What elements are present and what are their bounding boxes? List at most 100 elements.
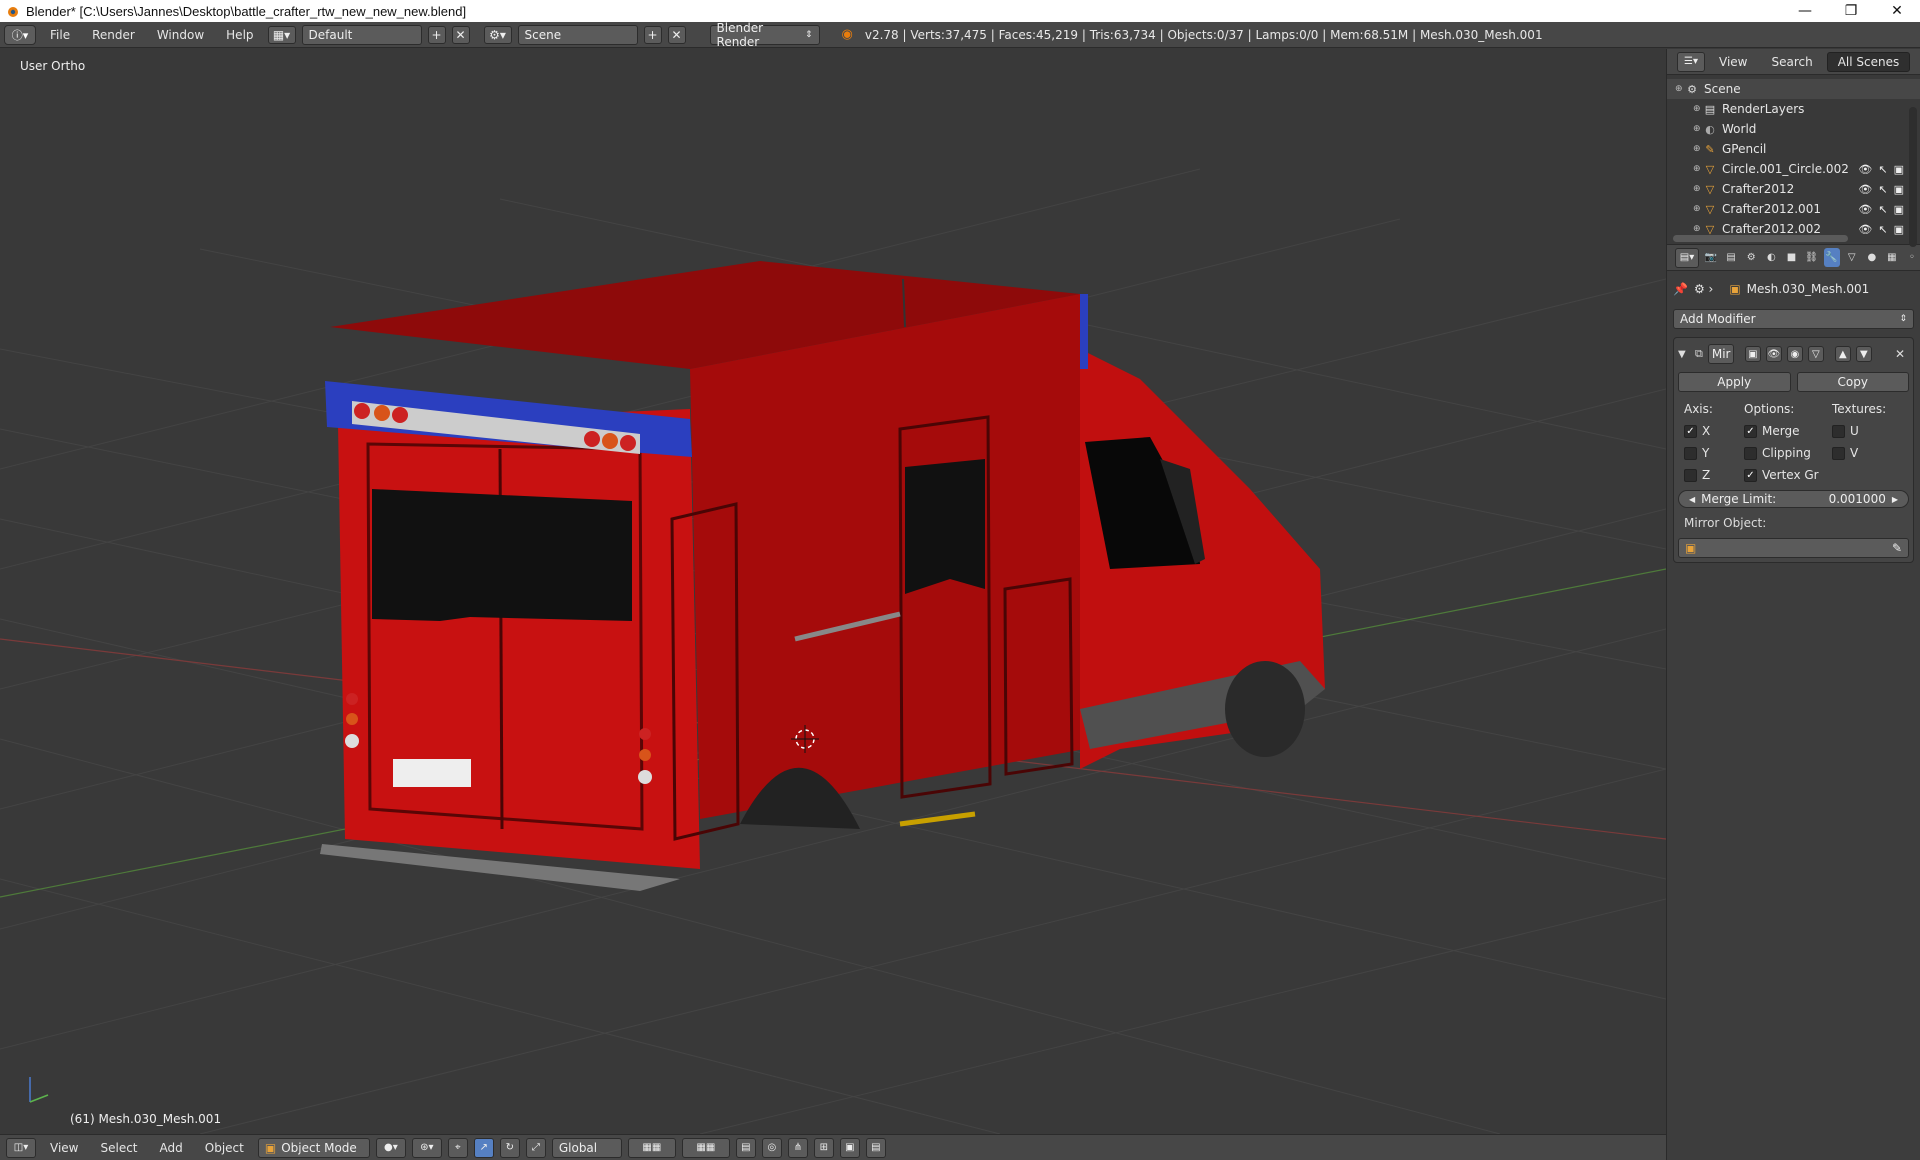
menu-render[interactable]: Render — [84, 28, 143, 42]
move-down-icon[interactable]: ▼ — [1855, 346, 1872, 362]
editor-type-button[interactable]: ⓘ▾ — [4, 24, 36, 45]
add-layout-button[interactable]: + — [427, 25, 446, 44]
screen-layout-field[interactable]: Default — [301, 24, 422, 45]
editor-type-button-3d[interactable]: ◫▾ — [6, 1137, 36, 1158]
snap-element-icon[interactable]: ⊞ — [813, 1137, 834, 1158]
data-tab-icon[interactable]: ▽ — [1844, 248, 1860, 267]
mode-select[interactable]: ▣ Object Mode — [257, 1137, 370, 1158]
menu-object[interactable]: Object — [197, 1141, 252, 1155]
outliner-item[interactable]: ⊕ ⚙ Scene — [1667, 79, 1920, 99]
expand-icon[interactable]: ⊕ — [1675, 84, 1685, 94]
scene-field[interactable]: Scene — [517, 24, 638, 45]
minimize-button[interactable]: — — [1782, 0, 1828, 22]
selectable-arrow-icon[interactable]: ↖ — [1878, 203, 1887, 216]
scene-icon[interactable]: ⚙▾ — [483, 25, 512, 44]
expand-icon[interactable]: ⊕ — [1693, 164, 1703, 174]
visibility-eye-icon[interactable]: 👁 — [1858, 163, 1872, 176]
move-up-icon[interactable]: ▲ — [1834, 346, 1851, 362]
renderable-camera-icon[interactable]: ▣ — [1894, 203, 1904, 216]
cage-toggle-icon[interactable]: ▽ — [1807, 346, 1824, 362]
visibility-eye-icon[interactable]: 👁 — [1858, 203, 1872, 216]
pin-icon[interactable]: 📌 — [1673, 282, 1688, 296]
constraints-tab-icon[interactable]: ⛓ — [1803, 248, 1819, 267]
axis-z-checkbox[interactable]: Z — [1678, 464, 1738, 486]
material-tab-icon[interactable]: ● — [1864, 248, 1880, 267]
decrement-arrow-icon[interactable]: ◀ — [1689, 495, 1695, 504]
texture-v-checkbox[interactable]: V — [1826, 442, 1896, 464]
outliner-scrollbar[interactable] — [1909, 107, 1917, 247]
expand-icon[interactable]: ⊕ — [1693, 184, 1703, 194]
outliner-search-menu[interactable]: Search — [1761, 55, 1822, 69]
outliner-editor-icon[interactable]: ☰▾ — [1677, 51, 1705, 72]
expand-icon[interactable]: ⊕ — [1693, 104, 1703, 114]
render-engine-select[interactable]: Blender Render ⇕ — [709, 21, 820, 49]
outliner-item[interactable]: ⊕ ▽ Crafter2012 👁 ↖ ▣ — [1667, 179, 1920, 199]
modifier-name-field[interactable]: Mir — [1707, 344, 1734, 364]
outliner-item[interactable]: ⊕ ✎ GPencil — [1667, 139, 1920, 159]
pivot-point-icon[interactable]: ⊛▾ — [411, 1137, 442, 1158]
outliner-view-menu[interactable]: View — [1709, 55, 1757, 69]
expand-icon[interactable]: ⊕ — [1693, 204, 1703, 214]
ambulance-model[interactable] — [320, 261, 1325, 891]
vertex-groups-checkbox[interactable]: ✓ Vertex Gr — [1738, 464, 1826, 486]
copy-button[interactable]: Copy — [1796, 372, 1909, 392]
physics-tab-icon[interactable]: ◦ — [1904, 248, 1920, 267]
selectable-arrow-icon[interactable]: ↖ — [1878, 223, 1887, 236]
realtime-toggle-icon[interactable]: 👁 — [1765, 346, 1782, 362]
texture-u-checkbox[interactable]: U — [1826, 420, 1896, 442]
proportional-edit-icon[interactable]: ◎ — [761, 1137, 782, 1158]
rotate-manipulator-icon[interactable]: ↻ — [499, 1137, 520, 1158]
outliner-display-mode-select[interactable]: All Scenes — [1826, 51, 1911, 72]
apply-button[interactable]: Apply — [1678, 372, 1791, 392]
outliner-hscrollbar[interactable] — [1673, 235, 1848, 242]
increment-arrow-icon[interactable]: ▶ — [1892, 495, 1898, 504]
collapse-triangle-icon[interactable]: ▼ — [1678, 349, 1690, 360]
merge-limit-field[interactable]: ◀ Merge Limit: 0.001000 ▶ — [1678, 490, 1909, 508]
edit-mode-toggle-icon[interactable]: ▣ — [1744, 346, 1761, 362]
world-tab-icon[interactable]: ◐ — [1763, 248, 1779, 267]
visibility-eye-icon[interactable]: 👁 — [1858, 183, 1872, 196]
scale-manipulator-icon[interactable]: ⤢ — [525, 1137, 546, 1158]
menu-file[interactable]: File — [42, 28, 78, 42]
maximize-button[interactable]: ❐ — [1828, 0, 1874, 22]
merge-checkbox[interactable]: ✓ Merge — [1738, 420, 1826, 442]
translate-manipulator-icon[interactable]: ↗ — [473, 1137, 494, 1158]
screen-layout-icon[interactable]: ▦▾ — [267, 25, 296, 44]
3d-viewport[interactable]: User Ortho (61) Mesh.030_Mesh.001 — [0, 49, 1666, 1134]
expand-icon[interactable]: ⊕ — [1693, 124, 1703, 134]
selectable-arrow-icon[interactable]: ↖ — [1878, 163, 1887, 176]
layers-grid-icon[interactable]: ▦▦ — [627, 1137, 676, 1158]
scene-tab-icon[interactable]: ⚙ — [1743, 248, 1759, 267]
lock-layer-icon[interactable]: ▤ — [735, 1137, 756, 1158]
texture-tab-icon[interactable]: ▦ — [1884, 248, 1900, 267]
remove-scene-button[interactable]: ✕ — [667, 25, 686, 44]
remove-layout-button[interactable]: ✕ — [451, 25, 470, 44]
renderlayers-tab-icon[interactable]: ▤ — [1723, 248, 1739, 267]
menu-select[interactable]: Select — [92, 1141, 145, 1155]
layers-grid-2-icon[interactable]: ▦▦ — [681, 1137, 730, 1158]
eyedropper-icon[interactable]: ✎ — [1892, 541, 1902, 555]
snap-icon[interactable]: ⋔ — [787, 1137, 808, 1158]
close-button[interactable]: ✕ — [1874, 0, 1920, 22]
render-tab-icon[interactable]: 📷 — [1703, 248, 1719, 267]
remove-modifier-icon[interactable]: ✕ — [1895, 347, 1905, 361]
render-preview-icon[interactable]: ▣ — [839, 1137, 860, 1158]
renderable-camera-icon[interactable]: ▣ — [1894, 223, 1904, 236]
visibility-eye-icon[interactable]: 👁 — [1858, 223, 1872, 236]
outliner-item[interactable]: ⊕ ◐ World — [1667, 119, 1920, 139]
properties-editor-icon[interactable]: ▤▾ — [1675, 247, 1700, 268]
expand-icon[interactable]: ⊕ — [1693, 224, 1703, 234]
modifiers-tab-icon[interactable]: 🔧 — [1823, 248, 1840, 267]
manipulator-icon[interactable]: ⌖ — [447, 1137, 468, 1158]
menu-add[interactable]: Add — [152, 1141, 191, 1155]
expand-icon[interactable]: ⊕ — [1693, 144, 1703, 154]
renderable-camera-icon[interactable]: ▣ — [1894, 183, 1904, 196]
object-tab-icon[interactable]: ■ — [1783, 248, 1799, 267]
viewport-shading-icon[interactable]: ●▾ — [375, 1137, 406, 1158]
render-toggle-icon[interactable]: ◉ — [1786, 346, 1803, 362]
selectable-arrow-icon[interactable]: ↖ — [1878, 183, 1887, 196]
mirror-object-field[interactable]: ▣ ✎ — [1678, 538, 1909, 558]
clipping-checkbox[interactable]: Clipping — [1738, 442, 1826, 464]
outliner-item[interactable]: ⊕ ▽ Crafter2012.001 👁 ↖ ▣ — [1667, 199, 1920, 219]
render-animation-icon[interactable]: ▤ — [865, 1137, 886, 1158]
